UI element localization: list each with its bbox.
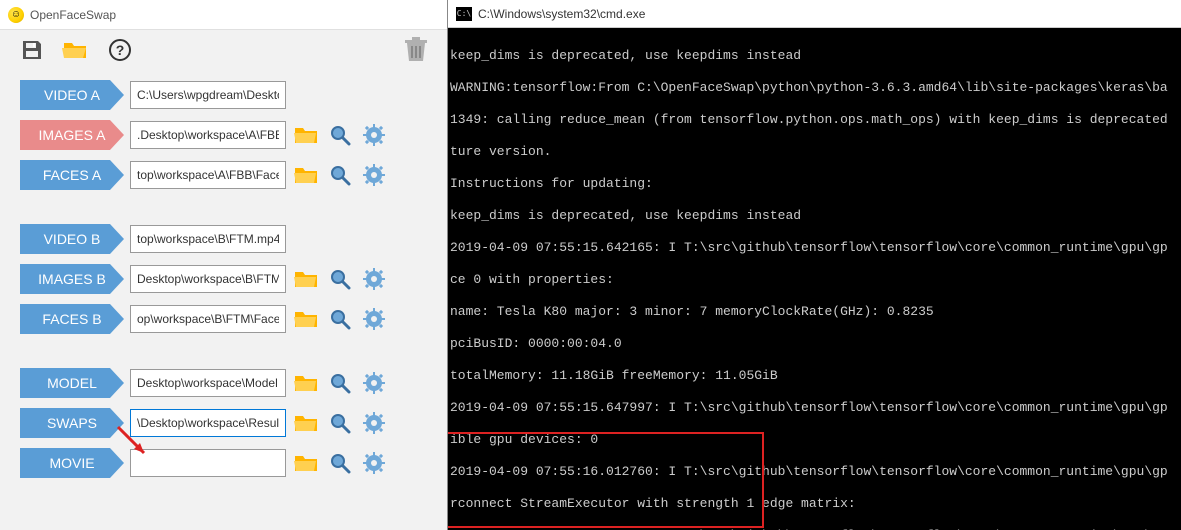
images-b-label: IMAGES B <box>38 271 106 287</box>
swaps-folder-icon[interactable] <box>292 409 320 437</box>
faces-a-folder-icon[interactable] <box>292 161 320 189</box>
toolbar: ? <box>0 30 447 70</box>
cmd-line: keep_dims is deprecated, use keepdims in… <box>450 48 1179 64</box>
images-b-folder-icon[interactable] <box>292 265 320 293</box>
trash-icon[interactable] <box>405 37 427 63</box>
movie-button[interactable]: MOVIE <box>20 448 124 478</box>
faces-b-input[interactable] <box>130 305 286 333</box>
cmd-line: WARNING:tensorflow:From C:\OpenFaceSwap\… <box>450 80 1179 96</box>
cmd-title: C:\Windows\system32\cmd.exe <box>478 6 645 22</box>
faces-a-gear-icon[interactable] <box>360 161 388 189</box>
swaps-gear-icon[interactable] <box>360 409 388 437</box>
cmd-line: ce 0 with properties: <box>450 272 1179 288</box>
images-a-input[interactable] <box>130 121 286 149</box>
video-a-input[interactable] <box>130 81 286 109</box>
faces-b-button[interactable]: FACES B <box>20 304 124 334</box>
open-folder-icon[interactable] <box>62 38 90 62</box>
faces-b-gear-icon[interactable] <box>360 305 388 333</box>
cmd-line: 1349: calling reduce_mean (from tensorfl… <box>450 112 1179 128</box>
images-a-search-icon[interactable] <box>326 121 354 149</box>
movie-folder-icon[interactable] <box>292 449 320 477</box>
row-video-a: VIDEO A <box>20 78 431 112</box>
cmd-panel: C:\ C:\Windows\system32\cmd.exe keep_dim… <box>448 0 1181 530</box>
row-movie: MOVIE <box>20 446 431 480</box>
images-b-search-icon[interactable] <box>326 265 354 293</box>
movie-input[interactable] <box>130 449 286 477</box>
movie-label: MOVIE <box>49 455 94 471</box>
cmd-line: Instructions for updating: <box>450 176 1179 192</box>
row-images-b: IMAGES B <box>20 262 431 296</box>
images-a-folder-icon[interactable] <box>292 121 320 149</box>
svg-text:?: ? <box>116 42 125 58</box>
video-b-label: VIDEO B <box>44 231 101 247</box>
faces-b-search-icon[interactable] <box>326 305 354 333</box>
cmd-titlebar: C:\ C:\Windows\system32\cmd.exe <box>448 0 1181 28</box>
swaps-button[interactable]: SWAPS <box>20 408 124 438</box>
model-button[interactable]: MODEL <box>20 368 124 398</box>
model-label: MODEL <box>47 375 97 391</box>
video-b-button[interactable]: VIDEO B <box>20 224 124 254</box>
faces-a-label: FACES A <box>43 167 101 183</box>
video-a-button[interactable]: VIDEO A <box>20 80 124 110</box>
cmd-line: rconnect StreamExecutor with strength 1 … <box>450 496 1179 512</box>
movie-search-icon[interactable] <box>326 449 354 477</box>
app-icon: ☺ <box>8 7 24 23</box>
titlebar: ☺ OpenFaceSwap <box>0 0 447 30</box>
images-a-button[interactable]: IMAGES A <box>20 120 124 150</box>
cmd-line: 2019-04-09 07:55:15.647997: I T:\src\git… <box>450 400 1179 416</box>
row-faces-a: FACES A <box>20 158 431 192</box>
faces-a-button[interactable]: FACES A <box>20 160 124 190</box>
help-icon[interactable]: ? <box>108 38 132 62</box>
faces-a-search-icon[interactable] <box>326 161 354 189</box>
model-folder-icon[interactable] <box>292 369 320 397</box>
cmd-line: name: Tesla K80 major: 3 minor: 7 memory… <box>450 304 1179 320</box>
video-a-label: VIDEO A <box>44 87 100 103</box>
cmd-line: 2019-04-09 07:55:16.012760: I T:\src\git… <box>450 464 1179 480</box>
swaps-label: SWAPS <box>47 415 97 431</box>
cmd-line: totalMemory: 11.18GiB freeMemory: 11.05G… <box>450 368 1179 384</box>
cmd-line: ture version. <box>450 144 1179 160</box>
images-b-gear-icon[interactable] <box>360 265 388 293</box>
content-area: VIDEO A IMAGES A FACES A <box>0 70 447 488</box>
model-gear-icon[interactable] <box>360 369 388 397</box>
cmd-line: pciBusID: 0000:00:04.0 <box>450 336 1179 352</box>
cmd-line: ible gpu devices: 0 <box>450 432 1179 448</box>
model-search-icon[interactable] <box>326 369 354 397</box>
images-b-input[interactable] <box>130 265 286 293</box>
save-icon[interactable] <box>20 38 44 62</box>
model-input[interactable] <box>130 369 286 397</box>
cmd-body: keep_dims is deprecated, use keepdims in… <box>448 28 1181 530</box>
swaps-search-icon[interactable] <box>326 409 354 437</box>
cmd-line: 2019-04-09 07:55:15.642165: I T:\src\git… <box>450 240 1179 256</box>
faces-b-label: FACES B <box>42 311 101 327</box>
faces-b-folder-icon[interactable] <box>292 305 320 333</box>
faces-a-input[interactable] <box>130 161 286 189</box>
app-title: OpenFaceSwap <box>30 8 116 22</box>
swaps-input[interactable] <box>130 409 286 437</box>
cmd-line: keep_dims is deprecated, use keepdims in… <box>450 208 1179 224</box>
row-faces-b: FACES B <box>20 302 431 336</box>
video-b-input[interactable] <box>130 225 286 253</box>
row-images-a: IMAGES A <box>20 118 431 152</box>
images-a-label: IMAGES A <box>39 127 106 143</box>
row-swaps: SWAPS <box>20 406 431 440</box>
cmd-icon: C:\ <box>456 7 472 21</box>
app-panel: ☺ OpenFaceSwap ? VIDEO A IMA <box>0 0 448 530</box>
images-a-gear-icon[interactable] <box>360 121 388 149</box>
movie-gear-icon[interactable] <box>360 449 388 477</box>
images-b-button[interactable]: IMAGES B <box>20 264 124 294</box>
row-model: MODEL <box>20 366 431 400</box>
row-video-b: VIDEO B <box>20 222 431 256</box>
